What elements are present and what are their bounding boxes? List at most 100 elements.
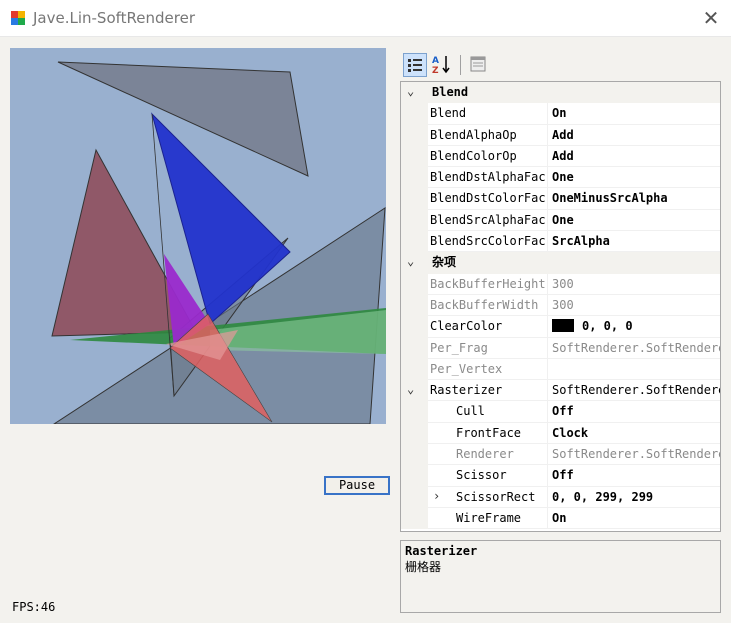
property-row[interactable]: WireFrame On [401,507,720,530]
property-value[interactable]: SoftRenderer.SoftRenderer [548,444,720,466]
property-name: Per_Frag [428,337,548,359]
property-row[interactable]: BlendDstColorFac OneMinusSrcAlpha [401,188,720,210]
property-value[interactable]: Off [548,401,720,423]
property-grid[interactable]: ⌄ Blend Blend On BlendAlphaOp Add BlendColorOp… [400,81,721,532]
property-row[interactable]: BlendSrcAlphaFac One [401,209,720,232]
property-row[interactable]: BackBufferHeight 300 [401,273,720,295]
title-bar: Jave.Lin-SoftRenderer ✕ [0,0,731,37]
property-value[interactable]: One [548,167,720,189]
property-pages-icon [470,56,486,72]
row-gutter: ⌄ [401,380,428,402]
property-value-text: SoftRenderer.SoftRenderer [552,383,720,398]
property-value-text: Add [552,127,574,142]
property-value[interactable]: On [548,508,720,530]
property-value[interactable]: Clock [548,423,720,445]
property-value[interactable]: OneMinusSrcAlpha [548,188,720,210]
property-name: BlendColorOp [428,145,548,168]
row-gutter [401,507,428,530]
property-value[interactable]: 300 [548,295,720,317]
row-gutter [401,231,428,253]
categorized-button[interactable] [403,53,427,77]
property-value[interactable]: SoftRenderer.SoftRenderer [548,338,720,359]
property-value[interactable]: SrcAlpha [548,231,720,253]
property-value[interactable]: 0, 0, 0 [548,316,720,338]
property-value-text: Off [552,468,574,483]
property-name: FrontFace [428,422,548,445]
chevron-down-icon[interactable]: ⌄ [407,254,414,268]
category-name: 杂项 [428,252,720,274]
row-gutter [401,273,428,295]
row-gutter [401,422,428,445]
pause-button[interactable]: Pause [324,476,390,495]
property-row[interactable]: Renderer SoftRenderer.SoftRenderer [401,444,720,466]
property-row[interactable]: BlendAlphaOp Add [401,124,720,146]
property-value-text: Add [552,148,574,163]
description-title: Rasterizer [405,544,478,558]
property-row[interactable]: ⌄ Rasterizer SoftRenderer.SoftRenderer [401,380,720,402]
property-value-text: On [552,106,567,121]
property-value-text: One [552,212,574,227]
property-row[interactable]: ClearColor 0, 0, 0 [401,316,720,338]
row-gutter [401,486,428,508]
property-name: BlendDstColorFac [428,188,548,210]
property-value[interactable]: Off [548,465,720,487]
property-row[interactable]: BlendColorOp Add [401,145,720,168]
property-name: BlendDstAlphaFac [428,167,548,189]
property-name: BlendAlphaOp [428,124,548,146]
property-value-text: 0, 0, 299, 299 [552,489,654,504]
render-viewport[interactable] [10,48,386,424]
property-name: WireFrame [428,507,548,530]
property-name: ClearColor [428,316,548,338]
property-value[interactable]: SoftRenderer.SoftRenderer [548,380,720,402]
close-icon: ✕ [702,6,720,30]
property-name: Cull [428,401,548,423]
property-row[interactable]: › ScissorRect 0, 0, 299, 299 [401,486,720,508]
category-row[interactable]: ⌄ 杂项 [401,252,720,274]
row-gutter [401,337,428,359]
category-row[interactable]: ⌄ Blend [401,82,720,104]
chevron-right-icon[interactable]: › [433,489,440,503]
property-row[interactable]: FrontFace Clock [401,422,720,445]
property-name: Per_Vertex [428,358,548,381]
chevron-down-icon[interactable]: ⌄ [407,84,414,98]
row-gutter [401,401,428,423]
property-value[interactable]: 0, 0, 299, 299 [548,487,720,508]
property-row[interactable]: Per_Vertex [401,358,720,381]
property-row[interactable]: BlendDstAlphaFac One [401,167,720,189]
property-row[interactable]: Per_Frag SoftRenderer.SoftRenderer [401,337,720,359]
row-gutter [401,444,428,466]
categorized-icon [408,59,422,72]
property-value-text: Off [552,404,574,419]
property-row[interactable]: Blend On [401,103,720,125]
svg-text:Z: Z [432,66,439,75]
property-row[interactable]: BackBufferWidth 300 [401,294,720,317]
property-name: Renderer [428,444,548,466]
row-gutter: ⌄ [401,82,428,104]
property-value-text: One [552,170,574,185]
close-button[interactable]: ✕ [696,4,726,32]
window-title: Jave.Lin-SoftRenderer [33,9,195,27]
color-swatch [552,318,574,332]
property-value[interactable]: Add [548,146,720,168]
property-value-text: SoftRenderer.SoftRenderer [552,447,720,462]
property-value-text: 300 [552,297,574,312]
property-row[interactable]: BlendSrcColorFac SrcAlpha [401,231,720,253]
chevron-down-icon[interactable]: ⌄ [407,382,414,396]
row-gutter [401,124,428,146]
property-name: Blend [428,103,548,125]
row-gutter [401,188,428,210]
alphabetical-button[interactable]: A Z [430,53,454,77]
property-name: BackBufferWidth [428,294,548,317]
property-row[interactable]: Cull Off [401,401,720,423]
property-pages-button[interactable] [467,53,491,77]
property-value[interactable]: On [548,103,720,125]
property-value[interactable] [548,359,720,381]
category-name: Blend [428,82,720,104]
property-value[interactable]: One [548,210,720,232]
property-row[interactable]: Scissor Off [401,465,720,487]
row-gutter [401,358,428,381]
property-value[interactable]: Add [548,125,720,146]
property-value[interactable]: 300 [548,274,720,295]
description-panel: Rasterizer 栅格器 [400,540,721,613]
fps-label: FPS:46 [12,600,56,614]
